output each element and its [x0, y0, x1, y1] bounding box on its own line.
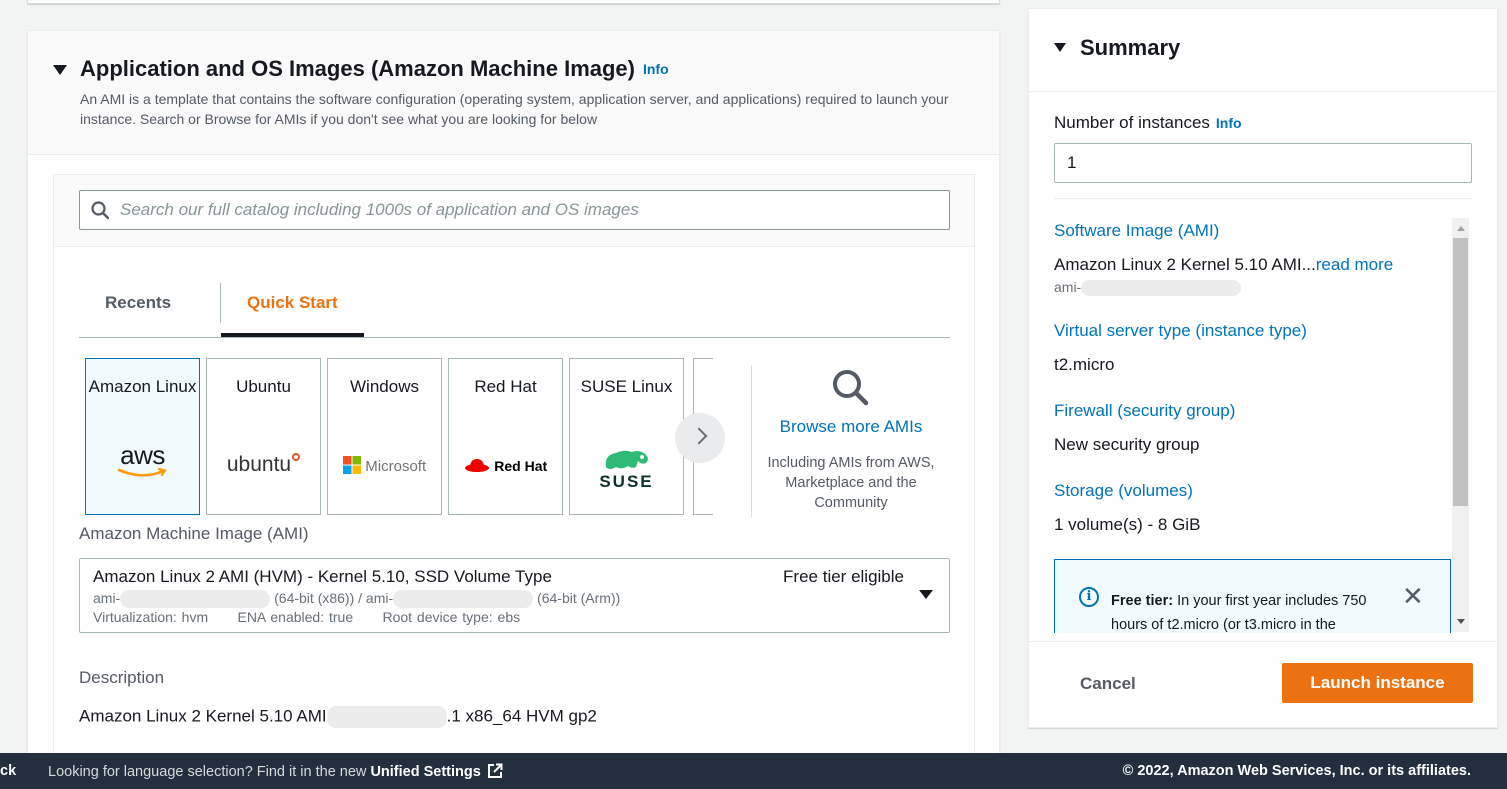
os-card-windows[interactable]: Windows Microsoft — [327, 358, 442, 515]
os-card-label: Windows — [350, 377, 419, 396]
browse-more-amis-link[interactable]: Browse more AMIs — [754, 417, 948, 437]
os-card-ubuntu[interactable]: Ubuntu ubuntu — [206, 358, 321, 515]
ami-section-description: An AMI is a template that contains the s… — [80, 91, 949, 127]
summary-scrollbar[interactable] — [1452, 218, 1469, 632]
browse-more-amis-description: Including AMIs from AWS, Marketplace and… — [767, 455, 935, 511]
cancel-button[interactable]: Cancel — [1055, 664, 1161, 704]
summary-panel: Summary Number of instancesInfo Software… — [1028, 8, 1498, 728]
language-notice: Looking for language selection? Find it … — [48, 763, 503, 780]
close-icon[interactable]: ✕ — [1402, 583, 1424, 609]
copyright-text: © 2022, Amazon Web Services, Inc. or its… — [1122, 763, 1471, 779]
software-image-id: ami- — [1054, 279, 1242, 297]
ami-panel: Application and OS Images (Amazon Machin… — [27, 30, 1000, 774]
redacted-ami-id — [393, 590, 534, 609]
free-tier-eligible-badge: Free tier eligible — [783, 567, 904, 586]
console-footer: ck Looking for language selection? Find … — [0, 753, 1507, 789]
tab-divider — [220, 283, 221, 323]
firewall-value: New security group — [1054, 435, 1200, 454]
summary-scroll-area[interactable]: Software Image (AMI) Amazon Linux 2 Kern… — [1054, 219, 1471, 633]
os-card-label: SUSE Linux — [580, 377, 673, 396]
tab-quick-start[interactable]: Quick Start — [247, 293, 338, 313]
summary-header: Summary — [1029, 9, 1497, 92]
ami-select-title: Amazon Linux 2 AMI (HVM) - Kernel 5.10, … — [93, 567, 552, 586]
info-icon: i — [1079, 587, 1099, 607]
summary-footer-divider — [1029, 641, 1497, 642]
microsoft-logo-icon: Microsoft — [328, 456, 441, 476]
os-card-label: Ubuntu — [236, 377, 291, 396]
ami-section-title: Application and OS Images (Amazon Machin… — [80, 56, 669, 82]
number-of-instances-label: Number of instances Info — [1054, 113, 1242, 132]
aws-logo-icon: aws — [86, 442, 199, 478]
ami-search-box[interactable] — [79, 190, 950, 230]
unified-settings-link[interactable]: Unified Settings — [370, 764, 480, 780]
ami-panel-header: Application and OS Images (Amazon Machin… — [28, 31, 999, 155]
scroll-up-arrow-icon[interactable] — [1457, 226, 1465, 231]
os-card-label: Red Hat — [474, 377, 537, 396]
redacted-ami-id — [120, 590, 271, 609]
collapse-caret-icon[interactable] — [1054, 43, 1066, 52]
browse-search-icon[interactable] — [830, 367, 870, 407]
tabs-baseline — [79, 337, 950, 338]
ami-select-ids: ami- (64-bit (x86)) / ami- (64-bit (Arm)… — [93, 590, 620, 609]
instances-info-link[interactable]: Info — [1216, 115, 1242, 131]
browse-divider — [751, 365, 752, 517]
tab-recents[interactable]: Recents — [105, 293, 171, 313]
feedback-link[interactable]: ck — [0, 763, 16, 779]
suse-logo-icon: SUSE — [570, 447, 683, 491]
free-tier-alert: i Free tier: In your first year includes… — [1054, 559, 1451, 633]
ami-info-link[interactable]: Info — [643, 61, 669, 77]
redacted-version — [326, 706, 447, 728]
ami-section-title-text: Application and OS Images (Amazon Machin… — [80, 56, 635, 81]
number-of-instances-input[interactable] — [1054, 143, 1472, 183]
redacted-ami-id — [1081, 280, 1242, 297]
storage-link[interactable]: Storage (volumes) — [1054, 481, 1193, 501]
red-hat-logo-icon: Red Hat — [449, 457, 562, 476]
software-image-value: Amazon Linux 2 Kernel 5.10 AMI...read mo… — [1054, 255, 1394, 274]
firewall-link[interactable]: Firewall (security group) — [1054, 401, 1235, 421]
launch-instance-button[interactable]: Launch instance — [1282, 663, 1473, 703]
scrollbar-thumb[interactable] — [1453, 238, 1468, 506]
os-card-suse-linux[interactable]: SUSE Linux SUSE — [569, 358, 684, 515]
search-icon — [91, 201, 109, 219]
external-link-icon — [487, 763, 503, 778]
ami-select-dropdown[interactable]: Amazon Linux 2 AMI (HVM) - Kernel 5.10, … — [79, 558, 950, 633]
ami-selector-box: Recents Quick Start Amazon Linux aws Ubu… — [53, 174, 975, 774]
ami-description-value: Amazon Linux 2 Kernel 5.10 AMI .1 x86_64 … — [79, 706, 597, 728]
os-card-amazon-linux[interactable]: Amazon Linux aws — [85, 358, 200, 515]
storage-value: 1 volume(s) - 8 GiB — [1054, 515, 1201, 534]
software-image-link[interactable]: Software Image (AMI) — [1054, 221, 1219, 241]
instance-type-link[interactable]: Virtual server type (instance type) — [1054, 321, 1307, 341]
chevron-right-icon — [690, 427, 708, 445]
scroll-down-arrow-icon[interactable] — [1457, 619, 1465, 624]
collapse-caret-icon[interactable] — [53, 65, 67, 75]
summary-title: Summary — [1080, 35, 1181, 60]
ami-select-meta: Virtualization: hvm ENA enabled: true Ro… — [93, 609, 521, 625]
os-card-label: Amazon Linux — [88, 377, 197, 396]
search-area — [54, 175, 974, 247]
dropdown-caret-icon — [919, 590, 933, 599]
summary-divider — [1054, 198, 1472, 199]
ami-select-label: Amazon Machine Image (AMI) — [79, 524, 309, 543]
previous-panel-edge — [27, 0, 1000, 4]
ami-search-input[interactable] — [120, 191, 940, 229]
read-more-link[interactable]: read more — [1316, 255, 1393, 274]
ami-description-label: Description — [79, 668, 165, 687]
free-tier-text: Free tier: In your first year includes 7… — [1111, 593, 1367, 633]
ubuntu-logo-icon: ubuntu — [207, 453, 320, 477]
os-card-red-hat[interactable]: Red Hat Red Hat — [448, 358, 563, 515]
instance-type-value: t2.micro — [1054, 355, 1115, 374]
carousel-next-button[interactable] — [675, 413, 725, 463]
